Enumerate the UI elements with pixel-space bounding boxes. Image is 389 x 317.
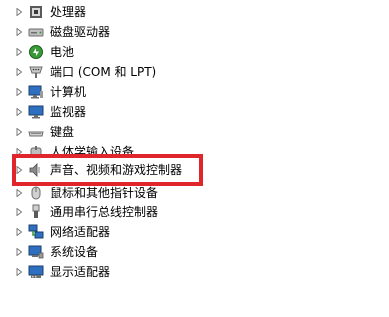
tree-item-computer[interactable]: 计算机 — [14, 82, 86, 102]
monitor-icon — [28, 104, 44, 120]
hid-icon — [28, 144, 44, 160]
expand-arrow-icon[interactable] — [14, 122, 24, 142]
tree-item-mice[interactable]: 鼠标和其他指针设备 — [14, 183, 158, 203]
disk-drive-icon — [28, 24, 44, 40]
expand-arrow-icon[interactable] — [14, 142, 24, 162]
tree-item-label: 监视器 — [50, 105, 87, 119]
tree-item-battery[interactable]: 电池 — [14, 42, 74, 62]
expand-arrow-icon[interactable] — [14, 222, 24, 242]
tree-item-display-adapters[interactable]: 显示适配器 — [14, 262, 110, 282]
tree-item-label: 通用串行总线控制器 — [50, 205, 159, 219]
expand-arrow-icon[interactable] — [14, 102, 24, 122]
tree-item-hid[interactable]: 人体学输入设备 — [14, 142, 134, 162]
tree-item-label: 键盘 — [50, 125, 75, 139]
port-icon — [28, 64, 44, 80]
expand-arrow-icon[interactable] — [14, 262, 24, 282]
tree-item-label: 声音、视频和游戏控制器 — [50, 163, 183, 177]
expand-arrow-icon[interactable] — [14, 42, 24, 62]
expand-arrow-icon[interactable] — [14, 62, 24, 82]
tree-item-processor[interactable]: 处理器 — [14, 2, 86, 22]
tree-item-label: 网络适配器 — [50, 225, 111, 239]
speaker-icon — [28, 162, 44, 178]
tree-item-label: 鼠标和其他指针设备 — [50, 186, 159, 200]
expand-arrow-icon[interactable] — [14, 202, 24, 222]
battery-icon — [28, 44, 44, 60]
tree-item-label: 显示适配器 — [50, 265, 111, 279]
tree-item-label: 电池 — [50, 45, 75, 59]
expand-arrow-icon[interactable] — [14, 82, 24, 102]
expand-arrow-icon[interactable] — [14, 242, 24, 262]
expand-arrow-icon[interactable] — [14, 2, 24, 22]
tree-item-label: 磁盘驱动器 — [50, 25, 111, 39]
tree-item-keyboard[interactable]: 键盘 — [14, 122, 74, 142]
network-adapter-icon — [28, 224, 44, 240]
processor-icon — [28, 4, 44, 20]
tree-item-system-devices[interactable]: 系统设备 — [14, 242, 98, 262]
tree-item-label: 系统设备 — [50, 245, 99, 259]
tree-item-monitors[interactable]: 监视器 — [14, 102, 86, 122]
expand-arrow-icon[interactable] — [14, 183, 24, 203]
computer-icon — [28, 84, 44, 100]
system-device-icon — [28, 244, 44, 260]
tree-item-label: 处理器 — [50, 5, 87, 19]
tree-item-label: 端口 (COM 和 LPT) — [50, 65, 157, 79]
keyboard-icon — [28, 124, 44, 140]
expand-arrow-icon[interactable] — [14, 160, 24, 180]
tree-item-ports[interactable]: 端口 (COM 和 LPT) — [14, 62, 156, 82]
tree-item-network-adapters[interactable]: 网络适配器 — [14, 222, 110, 242]
tree-item-label: 计算机 — [50, 85, 87, 99]
tree-item-label: 人体学输入设备 — [50, 145, 135, 159]
expand-arrow-icon[interactable] — [14, 22, 24, 42]
display-adapter-icon — [28, 264, 44, 280]
tree-item-disk-drives[interactable]: 磁盘驱动器 — [14, 22, 110, 42]
tree-item-usb-controllers[interactable]: 通用串行总线控制器 — [14, 202, 158, 222]
tree-item-sound-video-game-controllers[interactable]: 声音、视频和游戏控制器 — [14, 160, 182, 180]
mouse-icon — [28, 185, 44, 201]
usb-icon — [28, 204, 44, 220]
